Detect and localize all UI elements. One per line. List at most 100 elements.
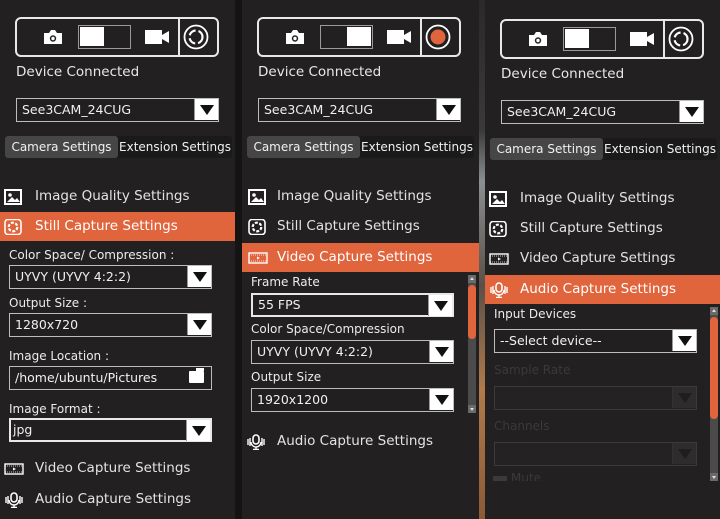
capture-rotate-icon[interactable] [668, 26, 694, 52]
color-space-select[interactable]: UYVY (UYVY 4:2:2) [9, 265, 212, 289]
chevron-down-icon[interactable] [428, 295, 452, 316]
tab-camera-settings[interactable]: Camera Settings [490, 138, 603, 160]
device-status: Device Connected [501, 66, 625, 82]
chevron-down-icon[interactable] [194, 99, 218, 120]
capture-mode-bar [257, 17, 461, 57]
chevron-down-icon[interactable] [187, 314, 211, 335]
mode-divider [663, 21, 665, 57]
device-select[interactable]: See3CAM_24CUG [258, 98, 461, 122]
capture-rotate-icon[interactable] [183, 24, 209, 50]
chevron-down-icon[interactable] [187, 266, 211, 287]
output-size-label: Output Size : [9, 296, 87, 310]
output-size-select[interactable]: 1280x720 [9, 313, 212, 337]
tab-extension-settings[interactable]: Extension Settings [360, 136, 474, 158]
record-icon[interactable] [425, 24, 451, 50]
input-devices-value: --Select device-- [500, 333, 602, 348]
video-camera-icon[interactable] [144, 29, 170, 45]
mode-divider [420, 19, 422, 55]
toggle-knob [80, 27, 104, 46]
camera-icon[interactable] [43, 29, 63, 45]
scroll-up-icon[interactable] [710, 307, 718, 315]
output-size-select[interactable]: 1920x1200 [251, 388, 454, 412]
chevron-down-icon [672, 443, 696, 464]
menu-video-capture-settings[interactable]: Video Capture Settings [0, 454, 235, 483]
chevron-down-icon[interactable] [679, 101, 703, 122]
color-space-select[interactable]: UYVY (UYVY 4:2:2) [251, 340, 454, 364]
device-select-value: See3CAM_24CUG [264, 102, 374, 117]
video-settings-scrollbar[interactable] [468, 275, 476, 413]
sample-rate-label: Sample Rate [494, 363, 571, 377]
menu-label: Still Capture Settings [520, 220, 663, 236]
menu-video-capture-settings[interactable]: Video Capture Settings [485, 244, 720, 273]
menu-image-quality-settings[interactable]: Image Quality Settings [242, 182, 479, 211]
scrollbar-thumb[interactable] [468, 285, 476, 339]
microphone-icon [490, 282, 508, 298]
camera-icon[interactable] [285, 29, 305, 45]
capture-mode-bar [15, 17, 219, 57]
input-devices-select[interactable]: --Select device-- [494, 329, 697, 353]
audio-settings-scrollbar[interactable] [710, 307, 718, 481]
menu-still-capture-settings[interactable]: Still Capture Settings [0, 212, 235, 241]
mode-toggle-switch[interactable] [563, 27, 616, 51]
menu-label: Video Capture Settings [277, 249, 433, 265]
panel-separator [235, 0, 242, 519]
menu-label: Audio Capture Settings [35, 491, 192, 507]
scroll-down-icon[interactable] [710, 473, 718, 481]
menu-still-capture-settings[interactable]: Still Capture Settings [485, 214, 720, 243]
image-format-label: Image Format : [9, 402, 101, 416]
output-size-value: 1920x1200 [257, 392, 329, 407]
menu-still-capture-settings[interactable]: Still Capture Settings [242, 212, 479, 241]
menu-image-quality-settings[interactable]: Image Quality Settings [485, 184, 720, 213]
device-status: Device Connected [16, 64, 140, 80]
device-select[interactable]: See3CAM_24CUG [501, 100, 704, 124]
chevron-down-icon[interactable] [429, 341, 453, 362]
image-icon [4, 189, 22, 205]
mode-toggle-switch[interactable] [78, 25, 131, 49]
video-camera-icon[interactable] [629, 31, 655, 47]
menu-image-quality-settings[interactable]: Image Quality Settings [0, 182, 235, 211]
menu-label: Still Capture Settings [35, 218, 178, 234]
chevron-down-icon[interactable] [436, 99, 460, 120]
device-select[interactable]: See3CAM_24CUG [16, 98, 219, 122]
menu-audio-capture-settings[interactable]: Audio Capture Settings [485, 275, 720, 304]
menu-audio-capture-settings[interactable]: Audio Capture Settings [0, 485, 235, 514]
channels-select [494, 442, 697, 466]
color-space-label: Color Space/ Compression : [9, 248, 175, 262]
microphone-icon [247, 434, 265, 450]
still-capture-panel: Device Connected See3CAM_24CUG Camera Se… [0, 0, 235, 519]
menu-audio-capture-settings[interactable]: Audio Capture Settings [242, 427, 479, 456]
video-camera-icon[interactable] [386, 29, 412, 45]
scroll-down-icon[interactable] [468, 405, 476, 413]
tab-extension-settings[interactable]: Extension Settings [118, 136, 232, 158]
tab-extension-settings[interactable]: Extension Settings [603, 138, 717, 160]
camera-icon[interactable] [528, 31, 548, 47]
audio-capture-panel: Device Connected See3CAM_24CUG Camera Se… [485, 0, 720, 519]
menu-label: Video Capture Settings [35, 460, 191, 476]
capture-mode-bar [500, 19, 704, 59]
aperture-icon [248, 219, 266, 235]
scroll-up-icon[interactable] [468, 275, 476, 283]
device-select-value: See3CAM_24CUG [507, 104, 617, 119]
frame-rate-select[interactable]: 55 FPS [251, 293, 454, 317]
image-icon [489, 191, 507, 207]
folder-icon[interactable] [189, 368, 204, 383]
scrollbar-thumb[interactable] [710, 317, 718, 419]
color-space-label: Color Space/Compression [251, 322, 405, 336]
chevron-down-icon[interactable] [672, 330, 696, 351]
device-select-value: See3CAM_24CUG [22, 102, 132, 117]
color-space-value: UYVY (UYVY 4:2:2) [15, 269, 131, 284]
mode-toggle-switch[interactable] [320, 25, 373, 49]
chevron-down-icon [672, 387, 696, 408]
image-location-field[interactable]: /home/ubuntu/Pictures [9, 366, 212, 390]
film-icon [248, 252, 268, 264]
tab-camera-settings[interactable]: Camera Settings [5, 136, 118, 158]
image-format-select[interactable]: jpg [9, 418, 212, 442]
menu-label: Image Quality Settings [277, 188, 432, 204]
tab-camera-settings[interactable]: Camera Settings [247, 136, 360, 158]
toggle-knob [347, 27, 371, 46]
menu-video-capture-settings[interactable]: Video Capture Settings [242, 243, 479, 272]
chevron-down-icon[interactable] [186, 420, 210, 441]
settings-tabs: Camera Settings Extension Settings [5, 136, 232, 158]
image-format-value: jpg [13, 422, 33, 437]
chevron-down-icon[interactable] [429, 389, 453, 410]
